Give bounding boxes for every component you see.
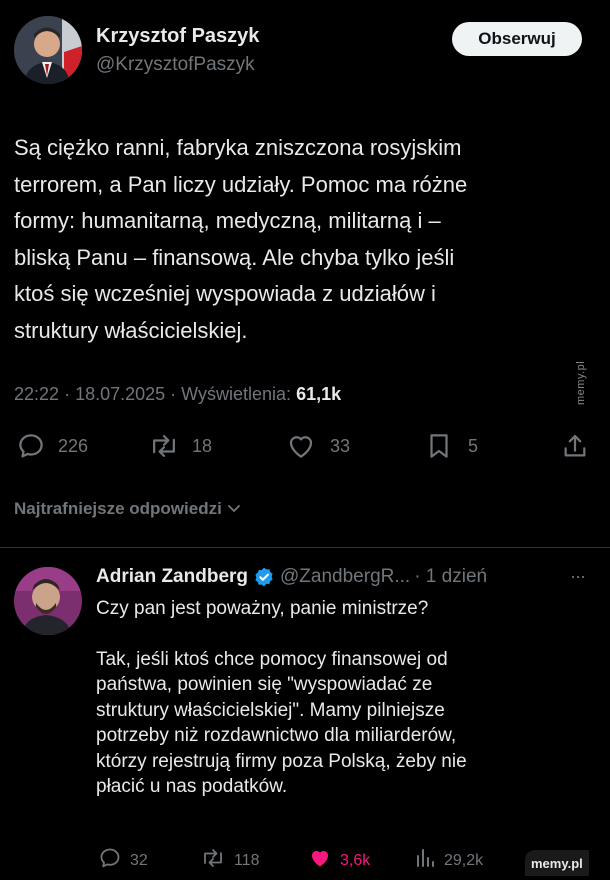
repost-count: 18 (192, 435, 213, 456)
reply-text-line: płacić u nas podatków. (96, 776, 288, 797)
reply-text: Czy pan jest poważny, panie ministrze? T… (96, 596, 596, 800)
reply-author-name[interactable]: Adrian Zandberg (96, 566, 248, 588)
tweet-date[interactable]: 18.07.2025 (75, 384, 165, 404)
reply-count: 226 (58, 435, 89, 456)
replies-sort-label: Najtrafniejsze odpowiedzi (14, 499, 222, 518)
reply-views-count: 29,2k (444, 851, 484, 869)
tweet-text-line: Są ciężko ranni, fabryka zniszczona rosy… (14, 135, 462, 160)
reply-icon (98, 846, 122, 875)
share-icon (561, 431, 589, 461)
follow-button[interactable]: Obserwuj (452, 22, 582, 56)
corner-watermark-text: memy.pl (531, 855, 583, 871)
reply-text-line: państwa, powinien się "wyspowiadać ze (96, 674, 433, 695)
tweet-meta: 22:22 · 18.07.2025 · Wyświetlenia: 61,1k (14, 384, 342, 404)
reply-author-handle[interactable]: @ZandbergR... (280, 566, 410, 588)
author-avatar[interactable] (14, 16, 82, 84)
reply-like-action[interactable]: 3,6k (308, 846, 370, 875)
section-divider (0, 547, 610, 548)
reply-age[interactable]: · 1 dzień (414, 566, 487, 588)
reply-text-line: struktury właścicielskiej". Mamy pilniej… (96, 699, 445, 721)
like-count: 33 (330, 435, 351, 456)
reply-views-action[interactable]: 29,2k (414, 846, 483, 875)
verified-badge-icon (253, 566, 275, 588)
heart-filled-icon (308, 846, 332, 875)
tweet-text-line: bliską Panu – finansową. Ale chyba tylko… (14, 244, 455, 270)
bookmark-count: 5 (468, 435, 479, 456)
share-action[interactable] (561, 431, 589, 461)
reply-reply-action[interactable]: 32 (98, 846, 148, 875)
reply-more-icon[interactable]: ··· (570, 566, 586, 587)
tweet-text: Są ciężko ranni, fabryka zniszczona rosy… (14, 130, 574, 349)
repost-icon (148, 431, 180, 461)
reply-action[interactable]: 226 (16, 431, 88, 461)
bookmark-action[interactable]: 5 (424, 431, 478, 461)
reply-text-line: którzy rejestrują firmy poza Polską, żeb… (96, 750, 467, 772)
replies-sort-dropdown[interactable]: Najtrafniejsze odpowiedzi (14, 499, 241, 519)
reply-text-line: Czy pan jest poważny, panie ministrze? (96, 598, 429, 619)
views-label: Wyświetlenia: (181, 384, 292, 404)
reply-repost-count: 118 (234, 851, 260, 869)
author-handle[interactable]: @KrzysztofPaszyk (96, 54, 255, 76)
reply-text-line: potrzeby niż rozdawnictwo dla miliarderó… (96, 725, 457, 746)
bar-chart-icon (414, 846, 436, 875)
side-watermark: memy.pl (575, 360, 587, 405)
author-name[interactable]: Krzysztof Paszyk (96, 25, 259, 48)
reply-reply-count: 32 (130, 851, 148, 869)
reply-repost-action[interactable]: 118 (200, 846, 260, 875)
tweet-time[interactable]: 22:22 (14, 384, 59, 404)
views-count: 61,1k (296, 384, 342, 404)
reply-icon (16, 431, 46, 461)
corner-watermark: memy.pl (525, 850, 589, 876)
chevron-down-icon (227, 499, 241, 519)
tweet-text-line: formy: humanitarną, medyczną, militarną … (14, 208, 441, 233)
reply-header: Adrian Zandberg @ZandbergR... · 1 dzień (96, 566, 487, 588)
reply-avatar[interactable] (14, 567, 82, 635)
reply-like-count: 3,6k (340, 851, 371, 869)
tweet-text-line: terrorem, a Pan liczy udziały. Pomoc ma … (14, 171, 468, 197)
reply-text-line: Tak, jeśli ktoś chce pomocy finansowej o… (96, 648, 448, 670)
like-action[interactable]: 33 (286, 431, 350, 461)
tweet-text-line: ktoś się wcześniej wyspowiada z udziałów… (14, 281, 436, 306)
repost-action[interactable]: 18 (148, 431, 212, 461)
tweet-text-line: struktury właścicielskiej. (14, 317, 248, 343)
heart-icon (286, 431, 316, 461)
bookmark-icon (424, 431, 454, 461)
repost-icon (200, 846, 226, 875)
